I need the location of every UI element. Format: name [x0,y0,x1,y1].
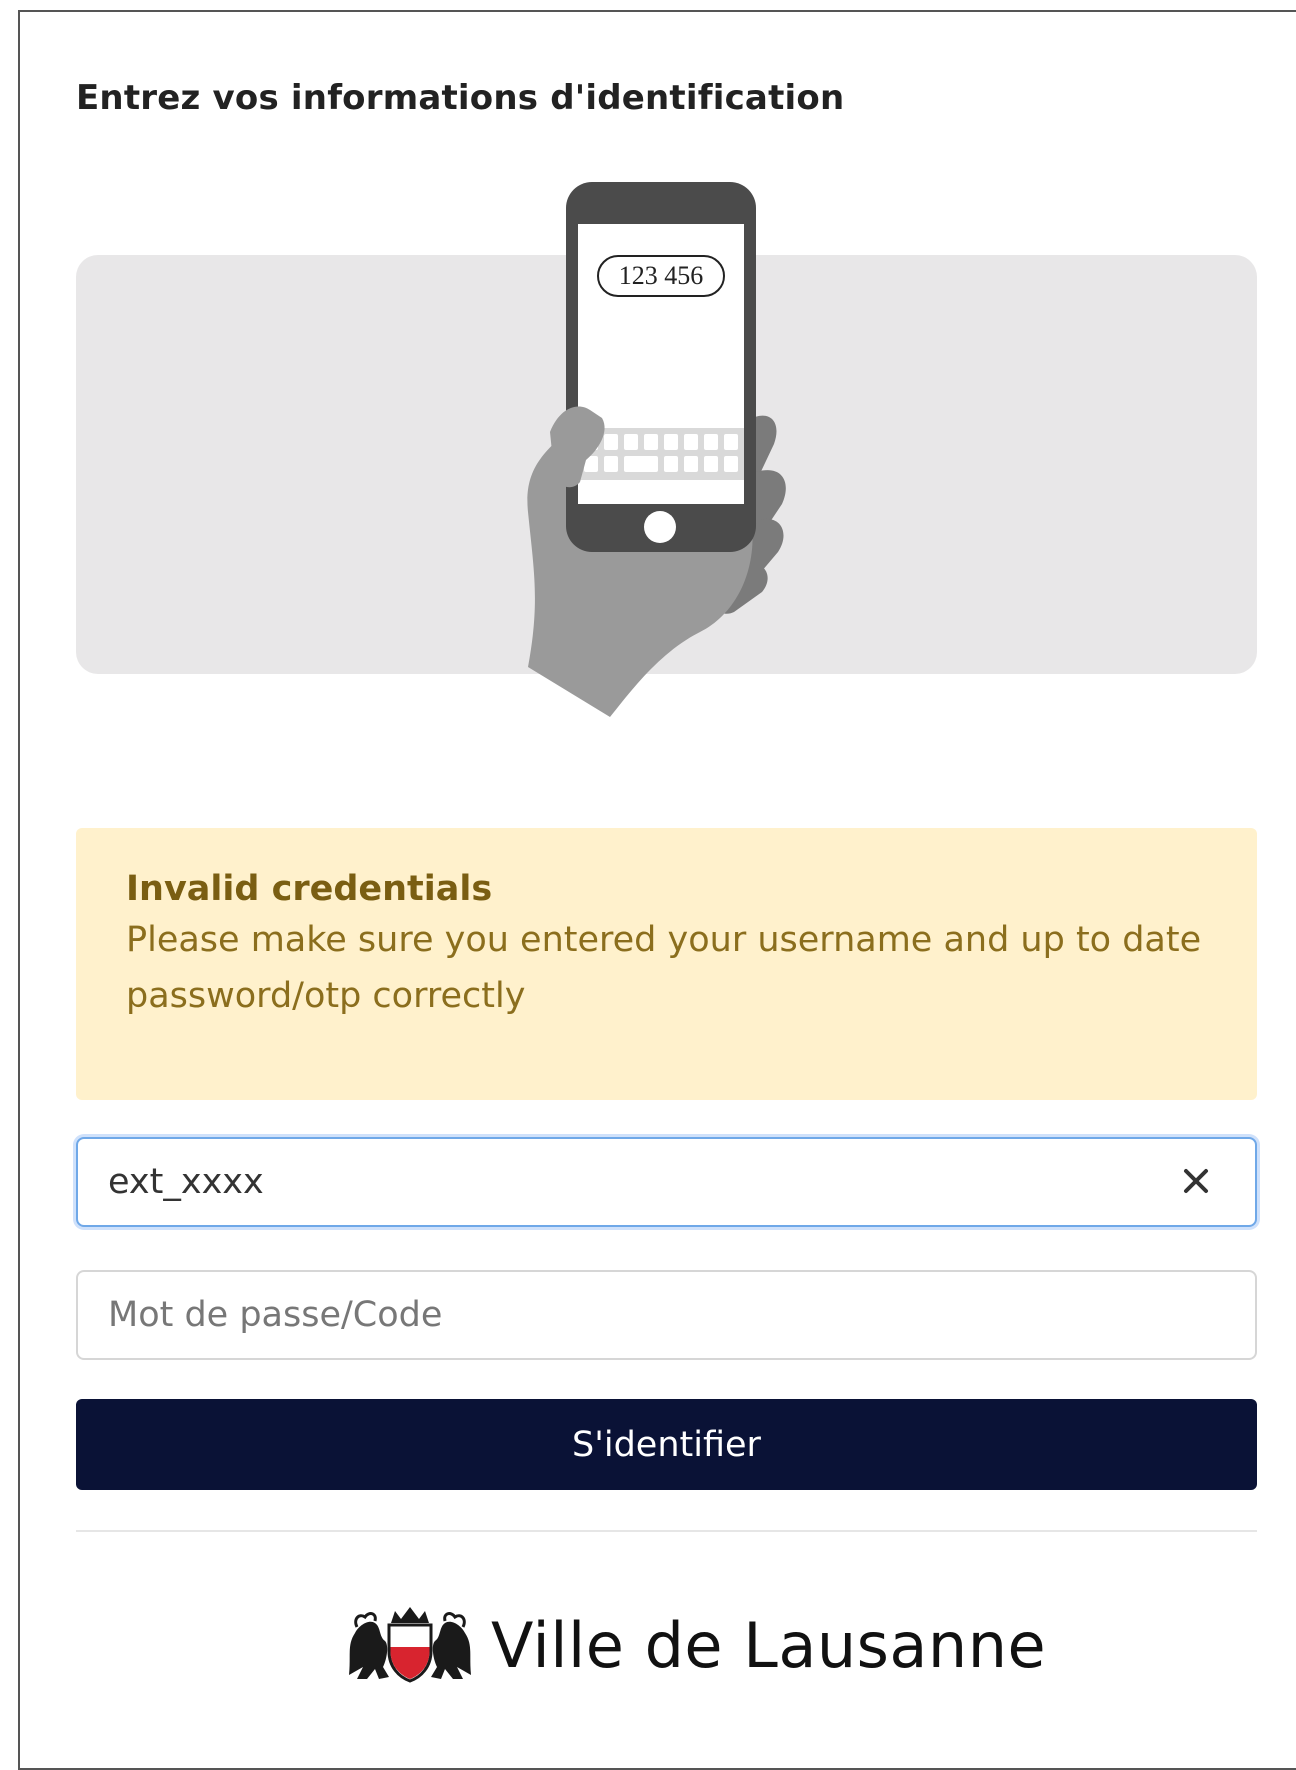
login-button[interactable]: S'identifier [76,1399,1257,1490]
otp-code: 123 456 [619,261,704,290]
phone-with-otp-illustration: 123 456 [527,182,786,717]
close-icon[interactable] [1172,1157,1220,1205]
coat-of-arms-icon [349,1607,471,1683]
username-field[interactable] [76,1137,1257,1227]
alert-message: Please make sure you entered your userna… [126,920,1202,1016]
password-field[interactable] [76,1270,1257,1360]
alert-title: Invalid credentials [126,869,493,909]
divider [76,1530,1257,1532]
city-logo: Ville de Lausanne [345,1595,1046,1695]
logo-text: Ville de Lausanne [491,1608,1047,1682]
page-title: Entrez vos informations d'identification [76,78,845,118]
error-alert: Invalid credentials Please make sure you… [76,828,1257,1100]
